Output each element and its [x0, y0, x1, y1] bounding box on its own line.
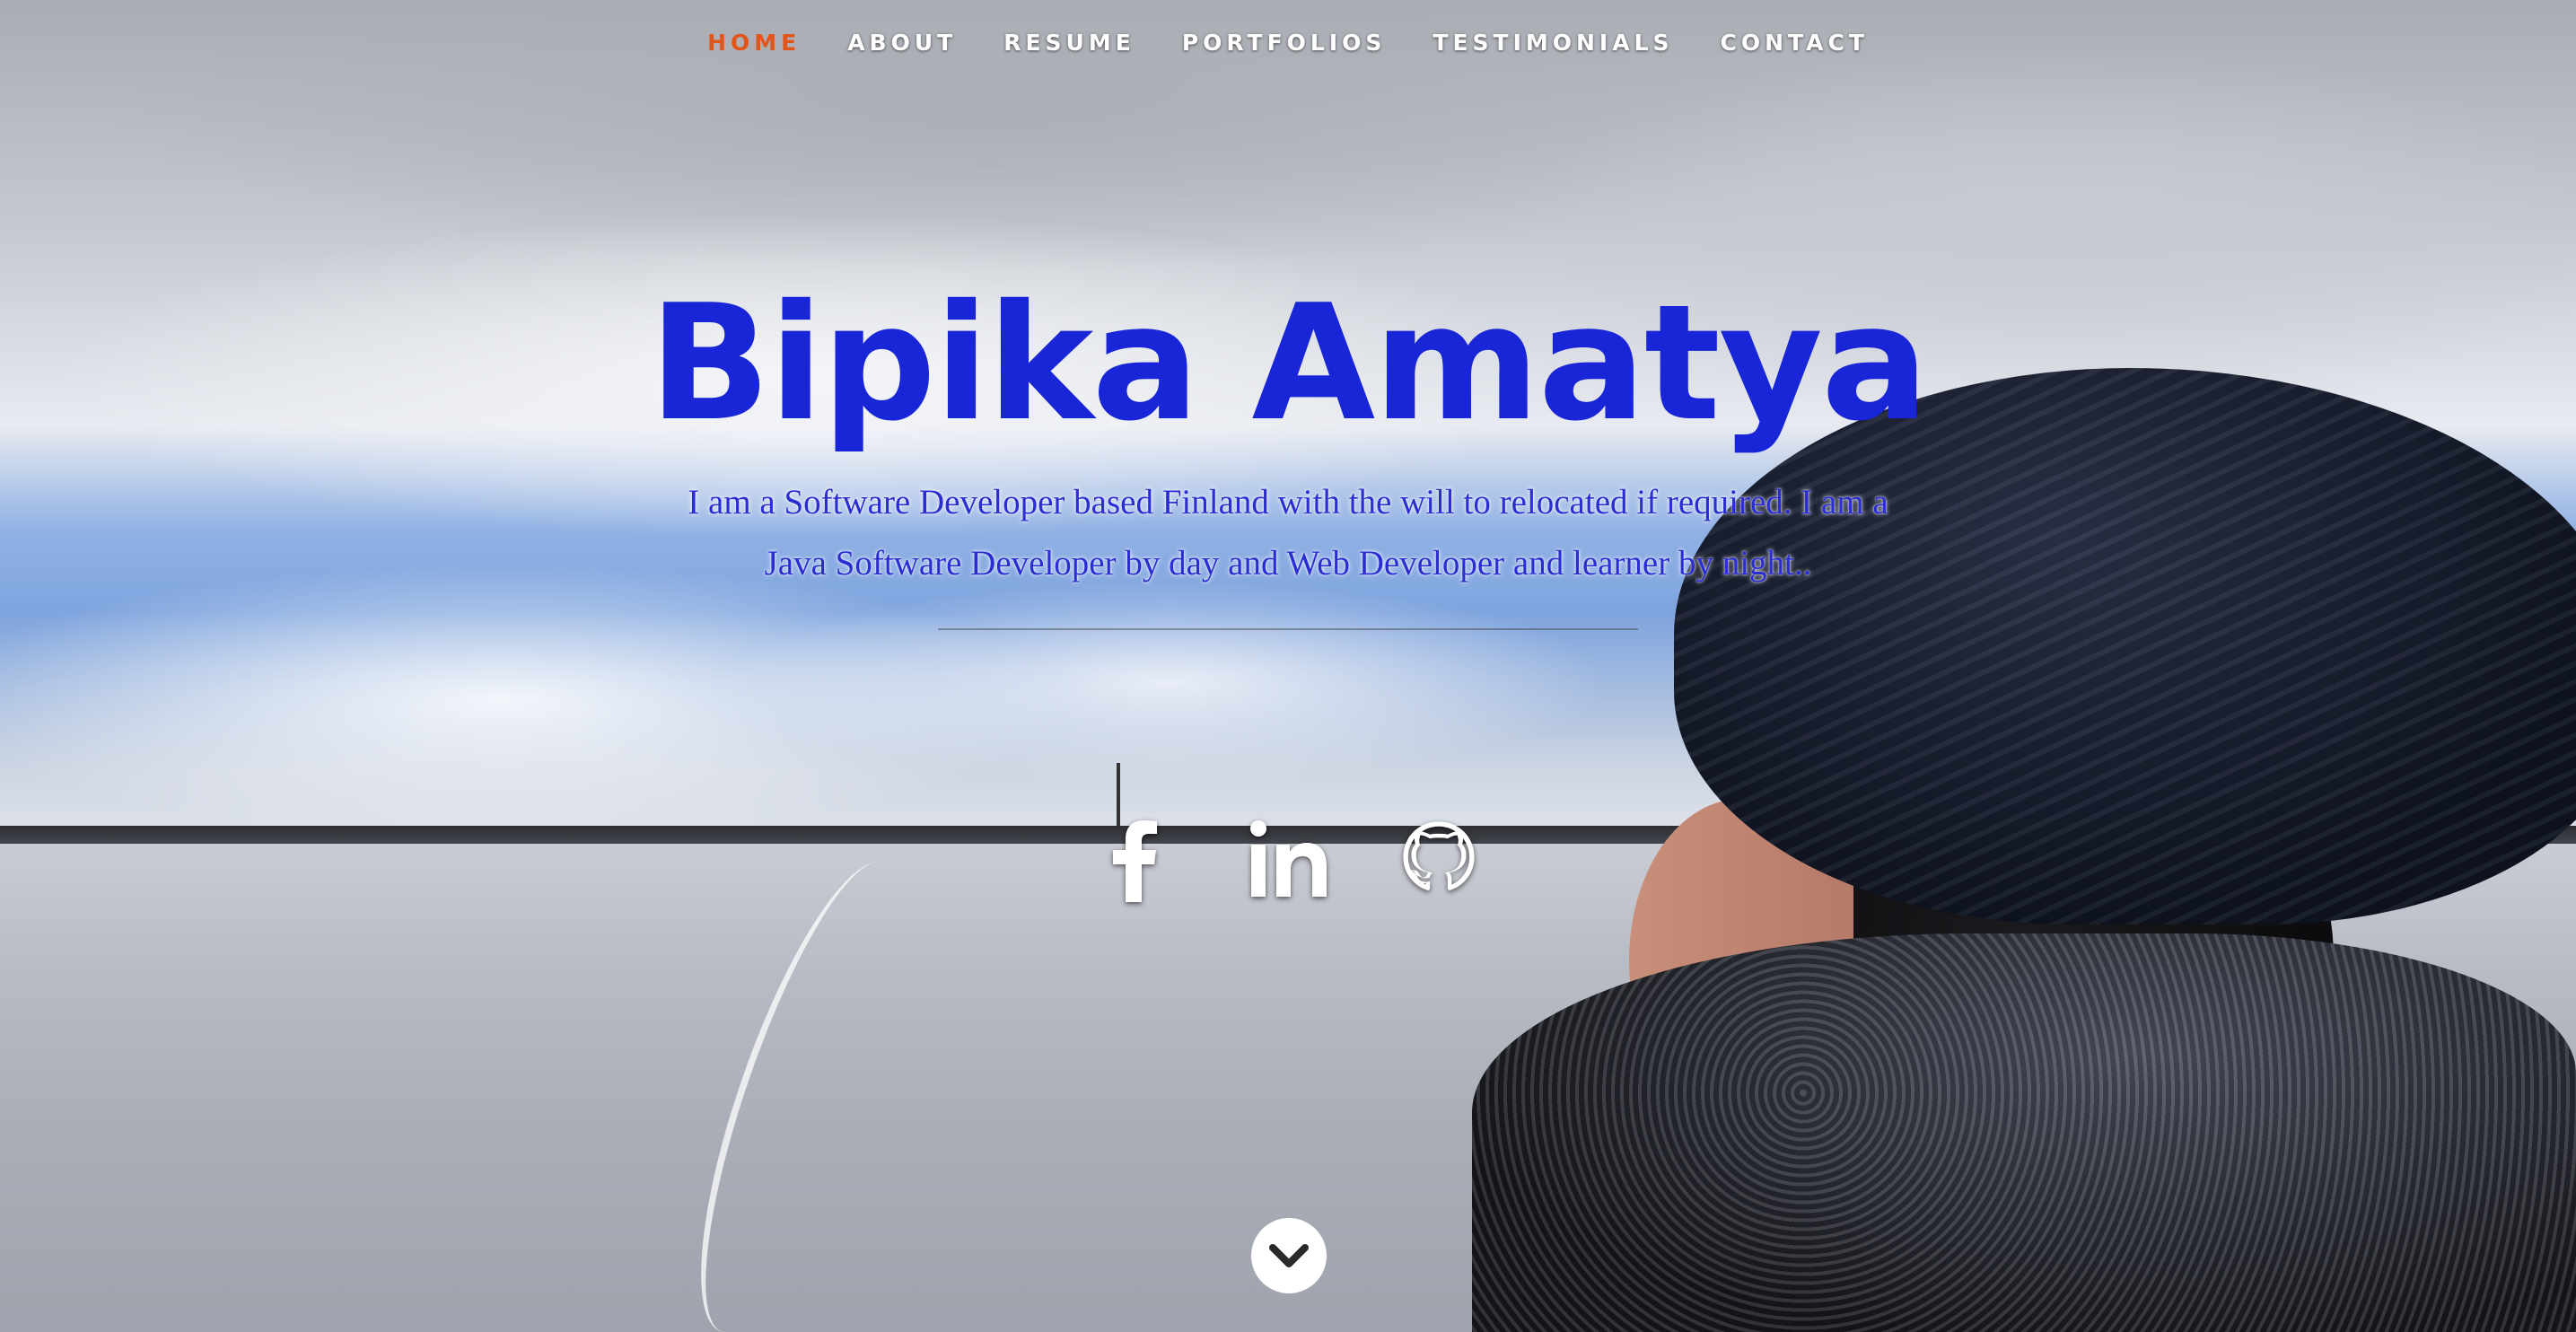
- nav-testimonials[interactable]: TESTIMONIALS: [1433, 25, 1673, 61]
- banner-divider: [938, 628, 1638, 630]
- chevron-down-icon: [1269, 1244, 1309, 1267]
- nav-resume[interactable]: RESUME: [1003, 25, 1135, 61]
- linkedin-icon[interactable]: [1248, 812, 1328, 902]
- nav-about[interactable]: ABOUT: [847, 25, 957, 61]
- nav-home[interactable]: HOME: [707, 25, 801, 61]
- nav-contact[interactable]: CONTACT: [1721, 25, 1869, 61]
- nav-portfolios[interactable]: PORTFOLIOS: [1182, 25, 1387, 61]
- portrait-fur-collar: [1472, 933, 2576, 1332]
- facebook-icon[interactable]: [1097, 812, 1178, 902]
- social-links: [0, 812, 2576, 902]
- hero-banner: Bipika Amatya I am a Software Developer …: [0, 278, 2576, 630]
- hero-name: Bipika Amatya: [648, 270, 1929, 456]
- hero-bio: I am a Software Developer based Finland …: [688, 483, 1888, 583]
- github-icon[interactable]: [1398, 812, 1479, 902]
- main-navigation: HOME ABOUT RESUME PORTFOLIOS TESTIMONIAL…: [0, 25, 2576, 61]
- hero-background: [0, 0, 2576, 1332]
- scroll-down-button[interactable]: [1251, 1218, 1327, 1293]
